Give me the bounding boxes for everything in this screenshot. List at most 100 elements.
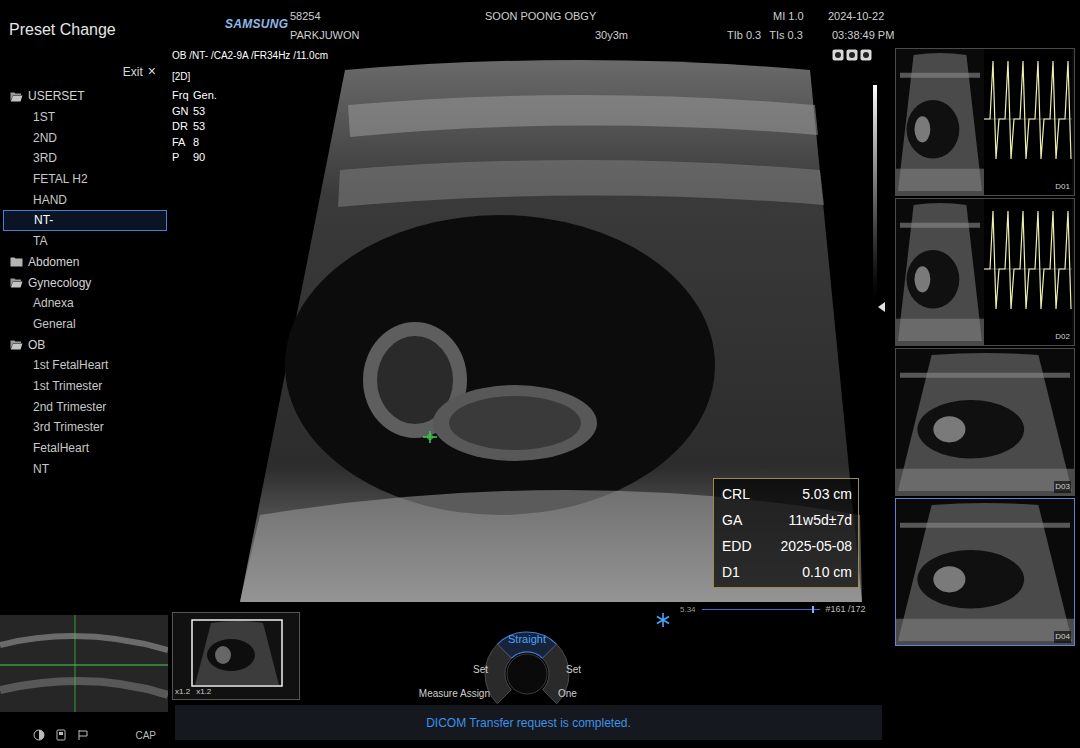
mode-label: [2D]	[172, 71, 870, 83]
preset-label[interactable]: TA	[33, 232, 47, 250]
preset-item[interactable]: 1ST	[0, 107, 170, 128]
preset-folder[interactable]: Abdomen	[0, 252, 170, 273]
measurement-box: CRL5.03 cmGA11w5d±7dEDD2025-05-08D10.10 …	[713, 478, 859, 588]
measurement-value: 11w5d±7d	[764, 510, 852, 531]
close-icon[interactable]: ×	[148, 61, 156, 82]
dial-left[interactable]: Set	[473, 662, 488, 677]
date-time: 2024-10-2203:38:49 PM	[828, 0, 928, 45]
preset-label[interactable]: HAND	[33, 191, 67, 209]
preset-item[interactable]: NT	[0, 458, 170, 479]
preset-label[interactable]: 1ST	[33, 108, 55, 126]
thumbnail-strip: D01 D02 D03 D04	[890, 45, 1080, 748]
preset-folder[interactable]: Gynecology	[0, 272, 170, 293]
thumbnail-label: D02	[1054, 331, 1071, 343]
folder-icon	[10, 256, 23, 267]
preset-folder[interactable]: USERSET	[0, 86, 170, 107]
preset-item[interactable]: 1st FetalHeart	[0, 355, 170, 376]
zoom-thumbnail[interactable]: x1.2 x1.2	[172, 612, 300, 700]
cine-depth: 5.34	[680, 604, 696, 616]
control-row: x1.2 x1.2 Straight Set Set Measure Assign One	[170, 610, 890, 705]
preset-label[interactable]: NT	[33, 460, 49, 478]
preset-folder[interactable]: OB	[0, 334, 170, 355]
folder-label[interactable]: USERSET	[28, 87, 85, 105]
preset-item[interactable]: HAND	[0, 189, 170, 210]
preset-item[interactable]: NT-	[3, 210, 167, 231]
zoom-factor: x1.2	[175, 686, 190, 698]
dial-bottom-right[interactable]: One	[558, 686, 577, 701]
preset-item[interactable]: 3rd Trimester	[0, 417, 170, 438]
folder-label[interactable]: Abdomen	[28, 253, 79, 271]
zoom-factor: x1.2	[196, 686, 211, 698]
cine-marker[interactable]	[812, 606, 814, 613]
param-row: FrqGen.	[172, 88, 870, 104]
preset-item[interactable]: Adnexa	[0, 293, 170, 314]
caliper-icon	[423, 431, 437, 443]
storage-icon	[55, 729, 67, 741]
dial-bottom-left[interactable]: Measure Assign	[398, 686, 490, 701]
dial-straight[interactable]: Straight	[492, 631, 562, 648]
thumbnail[interactable]: D04	[895, 498, 1075, 646]
param-value: Gen.	[193, 88, 217, 104]
cap-label: CAP	[135, 728, 156, 743]
preset-label[interactable]: FetalHeart	[33, 439, 89, 457]
preset-item[interactable]: 3RD	[0, 148, 170, 169]
grayscale-bar	[873, 85, 877, 315]
preset-label[interactable]: 1st Trimester	[33, 377, 102, 395]
preset-label[interactable]: Adnexa	[33, 294, 74, 312]
preset-item[interactable]: FETAL H2	[0, 169, 170, 190]
preset-label[interactable]: 1st FetalHeart	[33, 356, 108, 374]
hospital-info: SOON POONG OBGY30y3m	[485, 0, 727, 45]
measurement-row: GA11w5d±7d	[714, 507, 858, 533]
param-label: GN	[172, 104, 193, 120]
measurement-label: CRL	[720, 484, 764, 505]
image-params: FrqGen.GN53DR53FA8P90	[172, 88, 870, 166]
thumbnail-content	[896, 49, 1074, 195]
utility-row: CAP	[0, 726, 170, 744]
preset-item[interactable]: 2ND	[0, 127, 170, 148]
cine-track[interactable]	[702, 609, 820, 610]
preset-label[interactable]: 2ND	[33, 129, 57, 147]
grayscale-column	[870, 45, 890, 610]
thumbnail[interactable]: D03	[895, 348, 1075, 496]
tool-icon	[860, 49, 872, 61]
tib-index: TIb 0.3	[727, 26, 761, 45]
param-label: Frq	[172, 88, 193, 104]
preset-label[interactable]: FETAL H2	[33, 170, 88, 188]
thumbnail-image	[896, 49, 984, 195]
patient-info: 58254PARKJUWON	[290, 0, 485, 45]
hospital-name: SOON POONG OBGY	[485, 7, 727, 26]
preset-item[interactable]: TA	[0, 231, 170, 252]
thumbnail-label: D01	[1054, 181, 1071, 193]
preset-label[interactable]: 3RD	[33, 149, 57, 167]
bottom-row: CAP x1.2 x1.2 Straight Set Set Measure Assign…	[0, 610, 890, 748]
preset-label[interactable]: 2nd Trimester	[33, 398, 106, 416]
param-value: 8	[193, 135, 199, 151]
folder-label[interactable]: Gynecology	[28, 274, 91, 292]
preset-item[interactable]: FetalHeart	[0, 438, 170, 459]
exit-button[interactable]: Exit ×	[0, 45, 170, 86]
patient-age: 30y3m	[485, 26, 727, 45]
preset-item[interactable]: General	[0, 314, 170, 335]
preset-label[interactable]: General	[33, 315, 76, 333]
folder-label[interactable]: OB	[28, 336, 45, 354]
status-message: DICOM Transfer request is completed.	[426, 714, 631, 732]
preset-label[interactable]: 3rd Trimester	[33, 418, 104, 436]
ti-row: TIb 0.3TIs 0.3	[727, 26, 828, 45]
thumbnail[interactable]: D01	[895, 48, 1075, 196]
magnified-view	[0, 615, 168, 712]
thumbnail-label: D04	[1054, 631, 1071, 643]
measurement-row: D10.10 cm	[714, 559, 858, 585]
exit-label[interactable]: Exit	[123, 63, 143, 81]
print-icon	[77, 729, 89, 741]
preset-item[interactable]: 2nd Trimester	[0, 396, 170, 417]
measurement-label: EDD	[720, 536, 764, 557]
preset-label[interactable]: NT-	[34, 211, 53, 229]
preset-item[interactable]: 1st Trimester	[0, 376, 170, 397]
preset-panel: Exit × USERSET 1ST 2ND 3RD FETAL H2 HAND NT- TA Ab…	[0, 45, 170, 610]
patient-id: 58254	[290, 7, 485, 26]
tool-icon	[846, 49, 858, 61]
cine-bar: 5.34#161 /172	[680, 603, 866, 617]
dial-right[interactable]: Set	[566, 662, 581, 677]
thumbnail[interactable]: D02	[895, 198, 1075, 346]
time: 03:38:49 PM	[828, 26, 928, 45]
